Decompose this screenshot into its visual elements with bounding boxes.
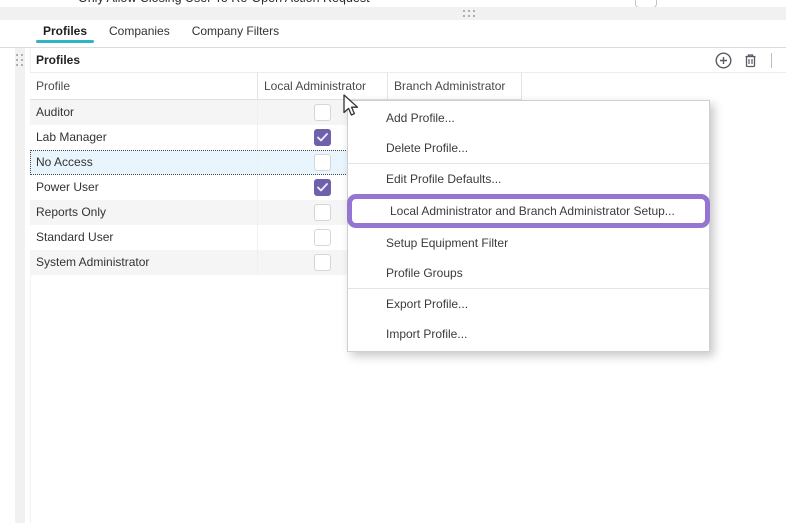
context-menu-item[interactable]: Profile Groups: [348, 258, 709, 288]
panel-toolbar: [715, 52, 772, 69]
profile-name-cell[interactable]: Auditor: [30, 100, 258, 125]
app-screen: Only Allow Closing User To Re-Open Actio…: [0, 0, 786, 523]
active-tab-underline: [36, 40, 94, 43]
tab-profiles[interactable]: Profiles: [32, 20, 98, 43]
local-administrator-checkbox[interactable]: [314, 229, 331, 246]
checkmark-icon: [317, 133, 328, 142]
tab-bar: Profiles Companies Company Filters: [32, 20, 290, 43]
profile-name-cell[interactable]: Reports Only: [30, 200, 258, 225]
panel-title: Profiles: [36, 48, 80, 72]
column-header-local-administrator[interactable]: Local Administrator: [258, 73, 388, 99]
context-menu-item[interactable]: Import Profile...: [348, 319, 709, 349]
drag-handle-icon[interactable]: [463, 10, 477, 17]
tab-companies[interactable]: Companies: [98, 20, 181, 43]
tab-company-filters[interactable]: Company Filters: [181, 20, 290, 43]
profiles-panel-header: Profiles: [30, 48, 786, 73]
profile-name-cell[interactable]: Power User: [30, 175, 258, 200]
panel-drag-handle-icon[interactable]: [16, 54, 23, 68]
profile-name-cell[interactable]: Standard User: [30, 225, 258, 250]
context-menu-item[interactable]: Local Administrator and Branch Administr…: [347, 194, 710, 228]
local-administrator-checkbox[interactable]: [314, 104, 331, 121]
section-divider: [0, 7, 786, 20]
column-header-branch-administrator[interactable]: Branch Administrator: [388, 73, 522, 99]
profile-name-cell[interactable]: Lab Manager: [30, 125, 258, 150]
checkmark-icon: [317, 183, 328, 192]
local-administrator-checkbox[interactable]: [314, 204, 331, 221]
local-administrator-checkbox[interactable]: [314, 154, 331, 171]
mouse-cursor: [341, 94, 363, 118]
local-administrator-checkbox[interactable]: [314, 254, 331, 271]
profiles-context-menu: Add Profile...Delete Profile...Edit Prof…: [347, 100, 710, 352]
add-circle-icon[interactable]: [715, 52, 732, 69]
panel-left-gutter: [15, 48, 25, 523]
column-header-profile[interactable]: Profile: [30, 73, 258, 99]
context-menu-item[interactable]: Delete Profile...: [348, 133, 709, 163]
tab-label: Profiles: [43, 24, 87, 38]
context-menu-item[interactable]: Add Profile...: [348, 103, 709, 133]
clipped-setting-label: Only Allow Closing User To Re-Open Actio…: [78, 0, 370, 5]
profile-name-cell[interactable]: System Administrator: [30, 250, 258, 275]
context-menu-item[interactable]: Edit Profile Defaults...: [348, 164, 709, 194]
trash-icon[interactable]: [742, 52, 759, 69]
local-administrator-checkbox[interactable]: [314, 179, 331, 196]
profile-name-cell[interactable]: No Access: [30, 150, 258, 175]
context-menu-item[interactable]: Export Profile...: [348, 289, 709, 319]
toolbar-separator: [771, 53, 772, 68]
context-menu-item[interactable]: Setup Equipment Filter: [348, 228, 709, 258]
tab-label: Companies: [109, 24, 170, 38]
local-administrator-checkbox[interactable]: [314, 129, 331, 146]
table-header-row: Profile Local Administrator Branch Admin…: [30, 73, 522, 100]
tab-label: Company Filters: [192, 24, 279, 38]
